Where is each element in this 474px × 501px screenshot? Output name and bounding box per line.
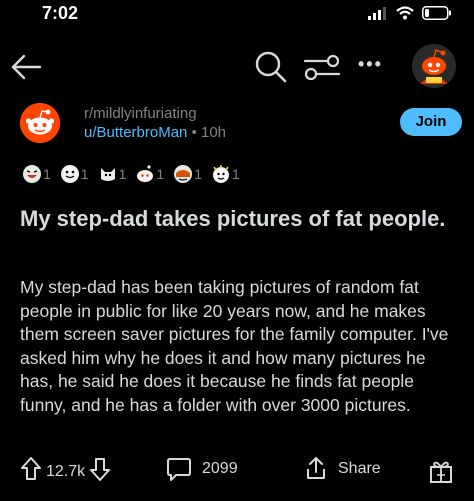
author-name[interactable]: u/ButterbroMan	[84, 124, 187, 141]
join-button[interactable]: Join	[400, 108, 462, 136]
search-icon	[254, 51, 288, 88]
subreddit-name[interactable]: r/mildlyinfuriating	[84, 105, 197, 122]
share-button[interactable]: Share	[302, 456, 381, 482]
user-avatar[interactable]	[412, 44, 456, 88]
downvote-button[interactable]	[89, 456, 111, 487]
filter-sliders-icon	[303, 54, 341, 86]
author-line: u/ButterbroMan • 10h	[84, 124, 226, 141]
award-grin-face-icon	[60, 165, 79, 183]
awards-row[interactable]: 1 1 1 1 1 1	[22, 162, 240, 186]
post-action-bar: 12.7k 2099 Share	[0, 450, 474, 492]
more-options-button[interactable]: •••	[358, 54, 388, 74]
award-count: 1	[194, 166, 202, 182]
post-title: My step-dad takes pictures of fat people…	[20, 206, 446, 231]
upvote-button[interactable]	[20, 456, 42, 487]
award-laughing-face-icon	[23, 165, 41, 183]
sort-filter-button[interactable]	[303, 52, 341, 82]
downvote-arrow-icon	[90, 458, 111, 481]
comment-count: 2099	[202, 460, 238, 477]
status-bar: 7:02	[0, 0, 474, 32]
award-facepalm-icon	[174, 165, 193, 183]
vote-group: 12.7k	[20, 456, 111, 487]
award-count: 1	[80, 166, 89, 182]
status-icons	[368, 6, 452, 25]
subreddit-snoo-icon	[20, 103, 60, 143]
subreddit-avatar[interactable]	[20, 103, 60, 143]
award-sparkle-face-icon	[212, 165, 229, 183]
back-button[interactable]	[8, 52, 44, 82]
award-item[interactable]: 1	[135, 164, 164, 184]
comments-button[interactable]: 2099	[166, 456, 238, 482]
award-item[interactable]: 1	[60, 164, 89, 184]
post-header: r/mildlyinfuriating u/ButterbroMan • 10h…	[20, 100, 462, 156]
back-arrow-icon	[8, 54, 44, 86]
more-dots-icon: •••	[358, 54, 383, 74]
status-time: 7:02	[42, 3, 79, 23]
award-count: 1	[118, 166, 127, 182]
award-item[interactable]: 1	[211, 164, 240, 184]
award-count: 1	[43, 166, 51, 182]
battery-icon	[422, 6, 452, 25]
vote-count: 12.7k	[46, 462, 86, 480]
comment-bubble-icon	[167, 458, 191, 481]
post-age: 10h	[200, 124, 227, 141]
gift-award-icon	[430, 461, 452, 483]
give-award-button[interactable]	[428, 458, 454, 484]
share-label: Share	[338, 460, 381, 477]
award-item[interactable]: 1	[173, 164, 202, 184]
award-count: 1	[231, 166, 240, 182]
search-button[interactable]	[254, 50, 288, 84]
separator-dot: •	[191, 124, 201, 141]
award-snoo-icon	[137, 165, 154, 182]
snoo-avatar-icon	[412, 44, 456, 88]
top-bar: •••	[0, 38, 474, 98]
award-item[interactable]: 1	[98, 164, 127, 184]
upvote-arrow-icon	[21, 457, 41, 480]
award-item[interactable]: 1	[22, 164, 51, 184]
award-count: 1	[156, 166, 165, 182]
wifi-icon	[396, 6, 414, 25]
award-cat-icon	[100, 168, 115, 181]
signal-icon	[368, 6, 388, 25]
share-icon	[307, 457, 325, 479]
post-body: My step-dad has been taking pictures of …	[20, 277, 449, 415]
